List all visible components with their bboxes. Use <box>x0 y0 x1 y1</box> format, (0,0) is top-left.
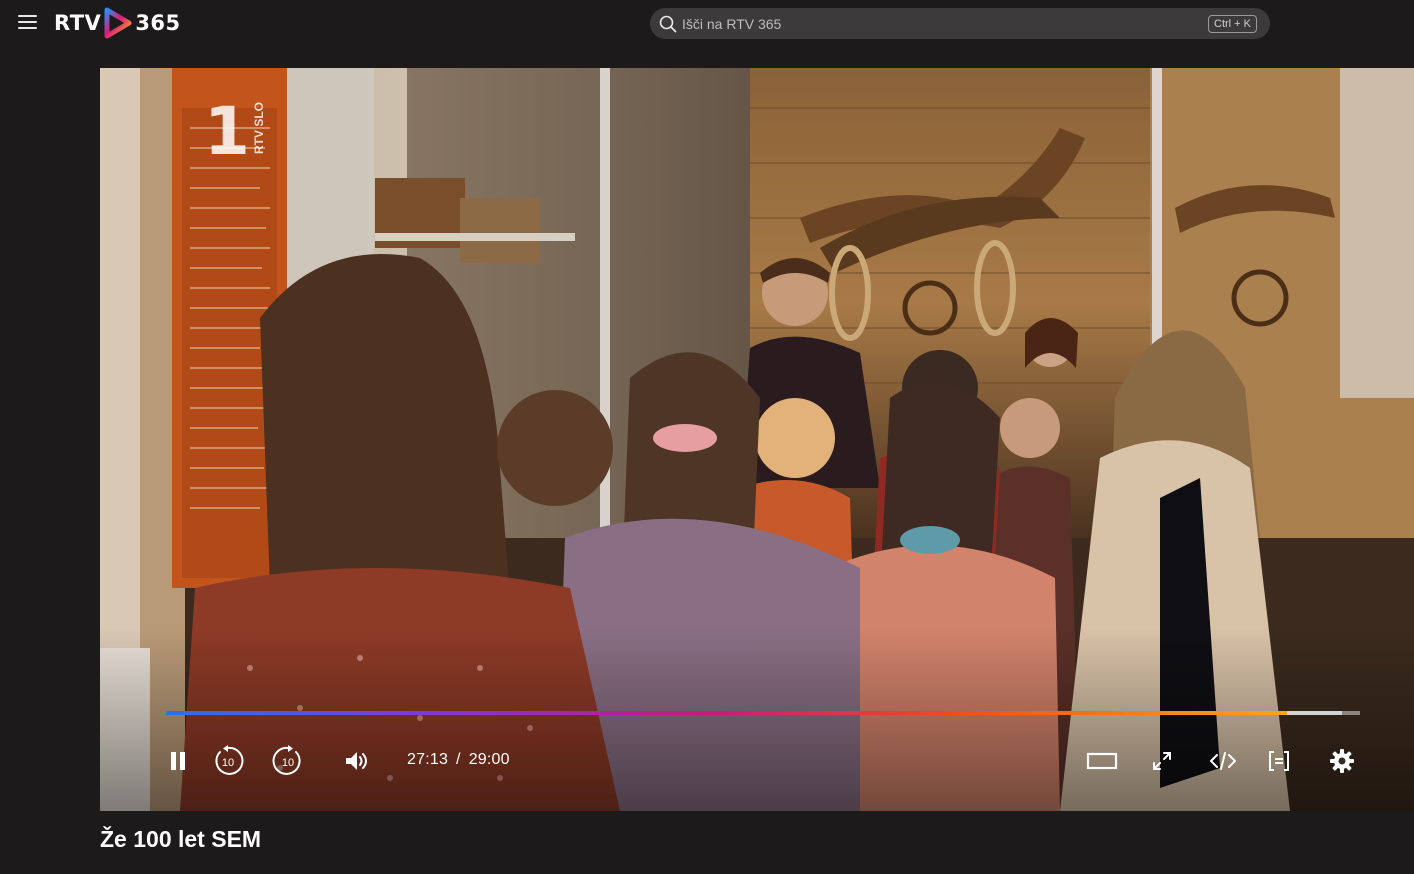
duration: 29:00 <box>468 751 510 768</box>
top-bar: RTV 365 Ctrl + K <box>0 0 1414 48</box>
search-shortcut-badge: Ctrl + K <box>1208 15 1257 33</box>
svg-text:10: 10 <box>222 757 234 769</box>
settings-gear-icon <box>1330 749 1354 773</box>
pause-button[interactable] <box>162 742 194 780</box>
video-player[interactable]: 1 RTV SLO 10 10 27:13 / 29:00 <box>100 68 1414 811</box>
volume-button[interactable] <box>340 742 374 780</box>
rewind-10-button[interactable]: 10 <box>210 742 246 780</box>
channel-logo: 1 <box>204 93 250 170</box>
search-input[interactable] <box>682 8 1222 39</box>
subtitles-icon <box>1269 751 1289 771</box>
channel-name-watermark: RTV SLO <box>252 101 266 154</box>
hamburger-menu-icon[interactable] <box>16 12 40 34</box>
time-separator: / <box>456 751 461 768</box>
rtv365-logo[interactable]: RTV 365 <box>54 7 181 39</box>
volume-icon <box>346 752 367 770</box>
svg-text:10: 10 <box>282 757 294 769</box>
embed-code-button[interactable] <box>1206 742 1240 780</box>
forward-10-icon: 10 <box>272 745 301 775</box>
progress-bar[interactable] <box>166 710 1360 716</box>
pause-icon <box>171 752 185 770</box>
subtitles-button[interactable] <box>1263 742 1295 780</box>
logo-text-365: 365 <box>135 11 181 35</box>
theater-mode-icon <box>1086 752 1118 770</box>
logo-play-icon <box>104 7 132 39</box>
rewind-10-icon: 10 <box>215 745 244 775</box>
video-frame[interactable] <box>100 68 1414 811</box>
video-title: Že 100 let SEM <box>100 826 262 852</box>
theater-mode-button[interactable] <box>1084 742 1120 780</box>
fullscreen-icon <box>1153 752 1171 770</box>
search-icon <box>659 15 677 33</box>
time-display: 27:13 / 29:00 <box>407 751 510 769</box>
search-bar[interactable]: Ctrl + K <box>650 8 1270 39</box>
progress-played <box>166 711 1287 715</box>
forward-10-button[interactable]: 10 <box>270 742 306 780</box>
embed-code-icon <box>1210 752 1236 770</box>
current-time: 27:13 <box>407 751 449 768</box>
logo-text-rtv: RTV <box>54 11 102 35</box>
settings-button[interactable] <box>1326 742 1358 780</box>
fullscreen-button[interactable] <box>1146 742 1178 780</box>
